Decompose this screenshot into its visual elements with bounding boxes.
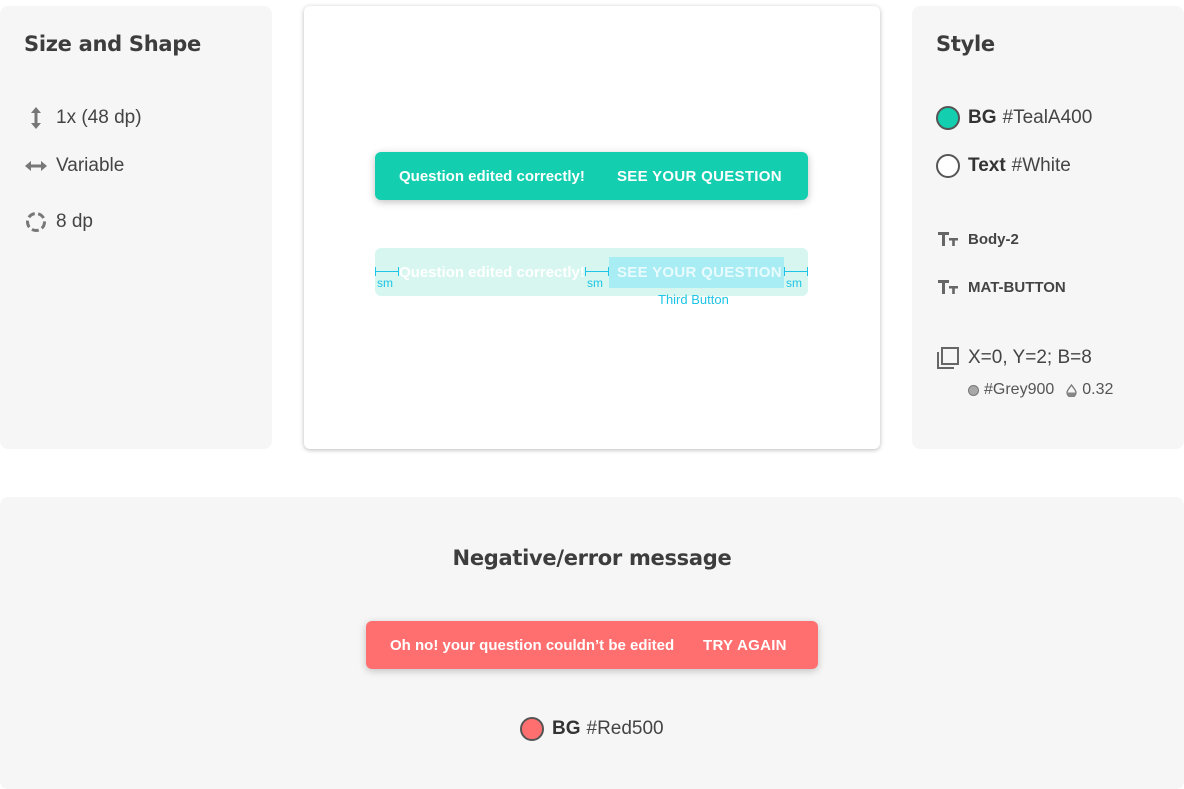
third-button-label: Third Button — [658, 292, 729, 307]
snackbar-preview: Question edited correctly! SEE YOUR QUES… — [375, 152, 808, 200]
error-message: Oh no! your question couldn’t be edited — [390, 636, 675, 654]
grey-dot-icon — [968, 384, 979, 396]
see-your-question-button[interactable]: SEE YOUR QUESTION — [617, 168, 782, 185]
font-body2: Body-2 — [968, 230, 1019, 248]
sm-label-left: sm — [377, 276, 393, 290]
spacing-measure-right — [784, 267, 808, 276]
width-row: Variable — [24, 154, 124, 178]
width-value: Variable — [56, 155, 125, 176]
font-row-body2: Body-2 — [936, 227, 1019, 251]
text-value: #White — [1011, 155, 1071, 176]
vertical-resize-icon — [24, 106, 48, 130]
preview-card — [304, 6, 880, 449]
font-row-matbutton: MAT-BUTTON — [936, 275, 1066, 299]
spec-snackbar-action: SEE YOUR QUESTION — [617, 263, 782, 281]
radius-value: 8 dp — [56, 211, 93, 232]
error-title: Negative/error message — [452, 546, 732, 570]
shadow-color: #Grey900 — [984, 381, 1055, 398]
shadow-detail-row: #Grey900 0.32 — [968, 381, 1113, 399]
height-row: 1x (48 dp) — [24, 106, 142, 130]
text-label: Text — [968, 155, 1006, 176]
bg-label: BG — [968, 107, 997, 128]
shadow-row: X=0, Y=2; B=8 — [936, 346, 1092, 370]
error-bg-label: BG — [552, 718, 581, 739]
shadow-opacity: 0.32 — [1082, 381, 1114, 398]
font-mat-button: MAT-BUTTON — [968, 278, 1066, 296]
radius-row: 8 dp — [24, 210, 93, 234]
text-color-row: Text #White — [936, 154, 1071, 178]
bg-value: #TealA400 — [1002, 107, 1093, 128]
sm-label-right: sm — [786, 276, 802, 290]
size-shape-title: Size and Shape — [24, 32, 201, 56]
shadow-value: X=0, Y=2; B=8 — [968, 347, 1092, 368]
error-snackbar: Oh no! your question couldn’t be edited … — [366, 621, 818, 669]
shadow-layers-icon — [936, 346, 960, 370]
sm-label-middle: sm — [587, 276, 603, 290]
opacity-drop-icon — [1066, 383, 1077, 397]
style-title: Style — [936, 32, 995, 56]
horizontal-resize-icon — [24, 154, 48, 178]
spec-snackbar-message: Question edited correctly! — [399, 263, 585, 281]
spacing-measure-middle — [585, 267, 609, 276]
height-value: 1x (48 dp) — [56, 107, 142, 128]
spacing-measure-left — [375, 267, 399, 276]
teal-swatch-icon — [936, 106, 960, 130]
snackbar-message: Question edited correctly! — [399, 167, 585, 185]
try-again-button[interactable]: TRY AGAIN — [703, 637, 787, 654]
error-bg-row: BG #Red500 — [520, 717, 664, 741]
white-swatch-icon — [936, 154, 960, 178]
red-swatch-icon — [520, 717, 544, 741]
bg-color-row: BG #TealA400 — [936, 106, 1092, 130]
error-bg-value: #Red500 — [586, 718, 664, 739]
text-style-icon — [936, 275, 960, 299]
text-style-icon — [936, 227, 960, 251]
corner-radius-icon — [24, 210, 48, 234]
